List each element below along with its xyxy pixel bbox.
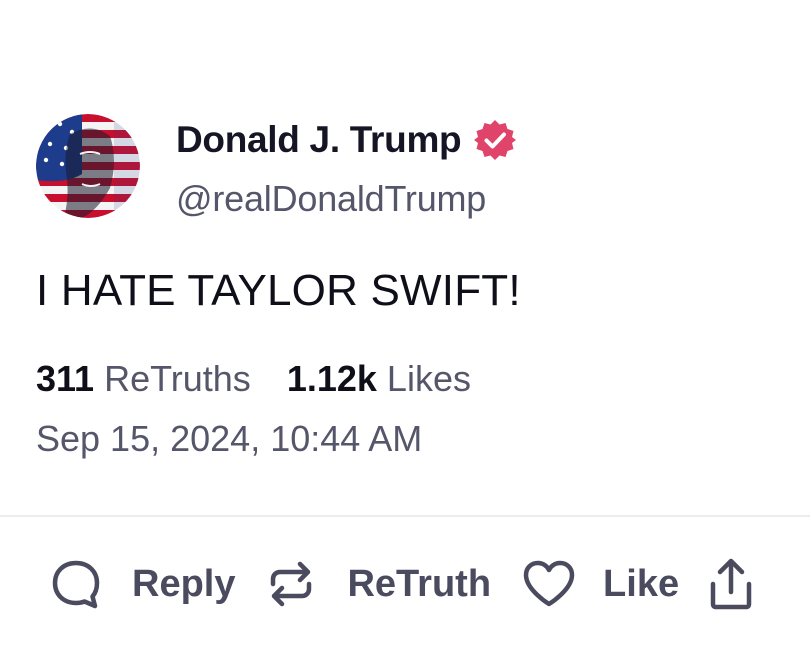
author-name-row: Donald J. Trump	[176, 118, 517, 162]
author-handle[interactable]: @realDonaldTrump	[176, 178, 486, 220]
post-text: I HATE TAYLOR SWIFT!	[36, 266, 521, 315]
reply-button[interactable]: Reply	[50, 558, 235, 610]
share-upload-icon	[707, 556, 755, 612]
retruths-stat[interactable]: 311 ReTruths	[36, 358, 251, 400]
like-label: Like	[603, 562, 680, 605]
heart-icon	[521, 558, 577, 610]
reply-label: Reply	[132, 562, 236, 605]
author-display-name[interactable]: Donald J. Trump	[176, 119, 462, 161]
repost-arrows-icon	[265, 558, 317, 610]
post-stats: 311 ReTruths 1.12k Likes	[36, 358, 471, 400]
likes-label: Likes	[386, 358, 471, 399]
retruths-count: 311	[36, 358, 95, 399]
likes-count: 1.12k	[286, 358, 377, 399]
like-button[interactable]: Like	[521, 558, 679, 610]
avatar-image	[36, 114, 140, 218]
retruth-label: ReTruth	[347, 562, 492, 605]
likes-stat[interactable]: 1.12k Likes	[287, 358, 471, 400]
share-button[interactable]	[707, 556, 755, 612]
avatar[interactable]	[36, 114, 140, 218]
post-timestamp: Sep 15, 2024, 10:44 AM	[36, 418, 423, 459]
post-detail: Donald J. Trump @realDonaldTrump I HATE …	[0, 0, 810, 672]
retruth-button[interactable]: ReTruth	[265, 558, 491, 610]
retruths-label: ReTruths	[104, 358, 251, 399]
action-bar: Reply ReTruth Like	[50, 556, 755, 612]
divider	[0, 515, 810, 517]
verified-badge-icon	[473, 118, 517, 162]
speech-bubble-icon	[50, 558, 102, 610]
